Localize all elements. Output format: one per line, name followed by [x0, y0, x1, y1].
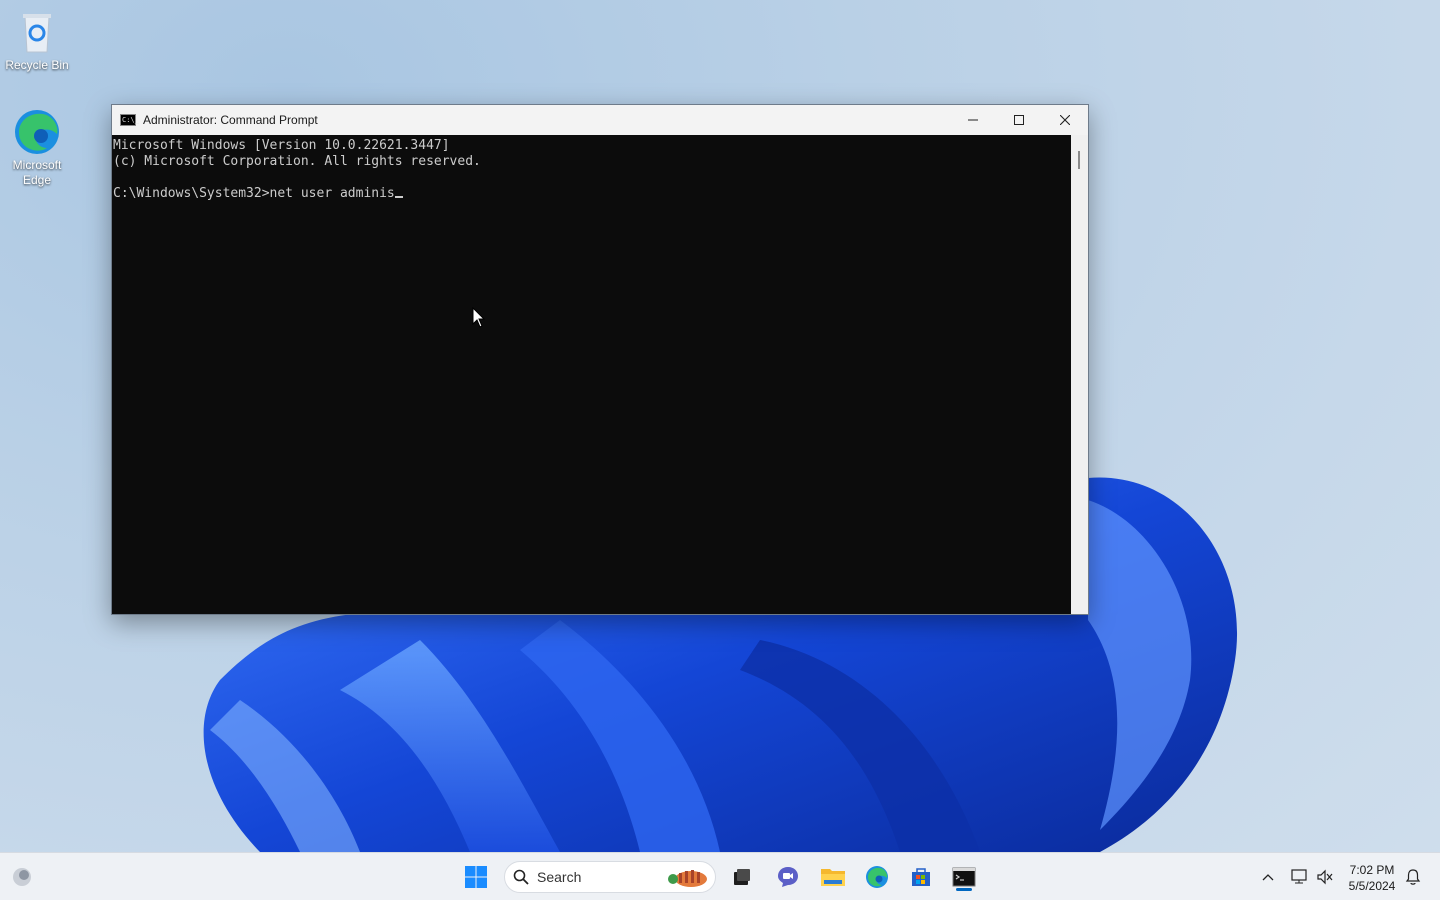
volume-button[interactable]: [1315, 867, 1335, 887]
cmd-app-icon: C:\_: [120, 114, 139, 126]
chevron-up-icon: [1262, 874, 1274, 881]
clock-date: 5/5/2024: [1348, 879, 1396, 893]
command-prompt-window[interactable]: C:\_ Administrator: Command Prompt Micro…: [111, 104, 1089, 615]
store-icon: [912, 868, 930, 886]
taskbar-search-box[interactable]: Search: [504, 861, 716, 893]
console-output[interactable]: Microsoft Windows [Version 10.0.22621.34…: [112, 135, 1072, 614]
minimize-icon: [968, 119, 978, 121]
edge-taskbar-button[interactable]: [857, 861, 897, 893]
edge-icon: [866, 866, 888, 888]
desktop-icon-label: Recycle Bin: [5, 58, 69, 72]
chat-button[interactable]: [768, 861, 808, 893]
start-button[interactable]: [456, 861, 496, 893]
task-view-button[interactable]: [722, 861, 762, 893]
search-icon: [513, 869, 529, 885]
text-cursor: [394, 196, 403, 198]
desktop-icon-label: Microsoft Edge: [12, 158, 62, 187]
close-icon: [1060, 115, 1070, 125]
taskbar: Search 7:02 PM 5/5/2024: [0, 852, 1440, 900]
weather-icon: [13, 868, 31, 886]
command-prompt-taskbar-button[interactable]: [944, 861, 984, 893]
console-prompt-line[interactable]: C:\Windows\System32>net user adminis: [113, 186, 1072, 202]
network-icon: [1291, 869, 1307, 884]
widgets-button[interactable]: [2, 861, 42, 893]
maximize-icon: [1014, 115, 1024, 125]
chat-icon: [778, 867, 798, 887]
active-app-indicator: [956, 888, 972, 891]
volume-icon: [1317, 869, 1333, 885]
terminal-icon: [952, 867, 976, 887]
window-title: Administrator: Command Prompt: [143, 113, 318, 127]
file-explorer-button[interactable]: [813, 861, 853, 893]
clock-time: 7:02 PM: [1349, 863, 1395, 877]
console-line: Microsoft Windows [Version 10.0.22621.34…: [113, 138, 450, 153]
desktop-icon-microsoft-edge[interactable]: Microsoft Edge: [1, 108, 73, 188]
edge-icon: [13, 108, 61, 156]
show-hidden-icons-button[interactable]: [1258, 867, 1278, 887]
task-view-icon: [734, 869, 750, 885]
network-button[interactable]: [1290, 867, 1310, 887]
recycle-bin-icon: [13, 8, 61, 56]
notifications-button[interactable]: [1403, 867, 1423, 887]
scrollbar-thumb[interactable]: [1078, 151, 1080, 169]
file-explorer-icon: [821, 869, 845, 886]
notification-icon: [1405, 869, 1421, 885]
search-label: Search: [537, 869, 582, 885]
close-button[interactable]: [1042, 105, 1088, 135]
title-bar[interactable]: C:\_ Administrator: Command Prompt: [112, 105, 1088, 135]
start-icon: [465, 866, 487, 888]
store-button[interactable]: [901, 861, 941, 893]
taskbar-clock[interactable]: 7:02 PM 5/5/2024: [1340, 862, 1404, 894]
mouse-pointer-icon: [472, 307, 486, 328]
minimize-button[interactable]: [950, 105, 996, 135]
desktop-icon-recycle-bin[interactable]: Recycle Bin: [1, 8, 73, 73]
vertical-scrollbar[interactable]: [1071, 135, 1088, 614]
console-line: (c) Microsoft Corporation. All rights re…: [113, 154, 481, 169]
search-highlight-icon: [668, 870, 707, 887]
console-input-text: C:\Windows\System32>net user adminis: [113, 186, 395, 201]
maximize-button[interactable]: [996, 105, 1042, 135]
